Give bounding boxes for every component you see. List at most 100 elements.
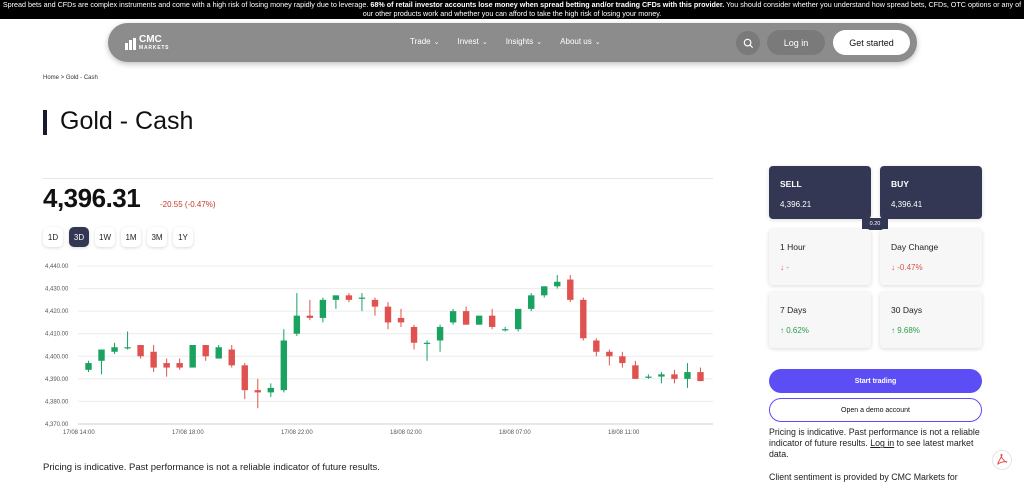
arrow-up-icon: ↑ xyxy=(891,326,895,335)
range-1d[interactable]: 1D xyxy=(43,227,63,247)
stat-label: 1 Hour xyxy=(780,242,806,252)
nav-invest[interactable]: Invest ⌄ xyxy=(457,37,487,46)
candle-body xyxy=(514,308,522,330)
buy-label: BUY xyxy=(891,179,909,189)
nav-links: Trade ⌄ Invest ⌄ Insights ⌄ About us ⌄ xyxy=(410,37,601,46)
candle-body xyxy=(697,372,704,382)
x-tick-label: 18/08 07:00 xyxy=(499,430,531,436)
candle-body xyxy=(501,329,509,331)
candle-body xyxy=(541,286,548,296)
logo-bars-icon xyxy=(125,38,137,50)
candle-body xyxy=(671,374,678,379)
nav-about-us[interactable]: About us ⌄ xyxy=(560,37,600,46)
nav-trade-label: Trade xyxy=(410,37,431,46)
stat-30-days: 30 Days ↑ 9.68% xyxy=(880,292,982,348)
pdf-icon[interactable] xyxy=(992,450,1012,475)
candle-body xyxy=(111,347,118,352)
login-link[interactable]: Log in xyxy=(870,438,894,448)
logo-subtext: MARKETS xyxy=(139,45,170,51)
candle-body xyxy=(293,315,301,334)
candle-body xyxy=(371,299,379,307)
page-title: Gold - Cash xyxy=(60,107,194,135)
candle-body xyxy=(436,326,444,341)
risk-warning-banner: Spread bets and CFDs are complex instrum… xyxy=(0,0,1024,19)
range-1y[interactable]: 1Y xyxy=(173,227,193,247)
range-3m[interactable]: 3M xyxy=(147,227,167,247)
stat-label: 7 Days xyxy=(780,305,807,315)
y-tick-label: 4,430.00 xyxy=(45,287,69,293)
candle-body xyxy=(189,345,196,368)
candle-body xyxy=(397,317,405,323)
arrow-down-icon: ↓ xyxy=(891,263,895,272)
stat-label: 30 Days xyxy=(891,305,923,315)
candle-body xyxy=(462,311,470,325)
time-range-selector: 1D 3D 1W 1M 3M 1Y xyxy=(43,227,193,247)
price-chart[interactable]: 4,440.00 4,430.00 4,420.00 4,410.00 4,400.00… xyxy=(40,260,715,440)
candle-body xyxy=(254,390,261,393)
title-accent-bar xyxy=(43,110,47,135)
pricing-disclaimer: Pricing is indicative. Past performance … xyxy=(43,462,380,473)
current-price: 4,396.31 xyxy=(43,183,141,213)
y-tick-label: 4,380.00 xyxy=(45,399,69,405)
y-tick-label: 4,440.00 xyxy=(45,264,69,270)
candle-body xyxy=(241,365,248,391)
candle-body xyxy=(332,295,340,300)
x-tick-label: 18/08 02:00 xyxy=(390,430,422,436)
sell-price: 4,396.21 xyxy=(780,200,812,209)
buy-card[interactable]: BUY 4,396.41 xyxy=(880,166,982,219)
candle-body xyxy=(593,340,600,352)
stat-value-text: -0.47% xyxy=(897,263,923,272)
breadcrumb[interactable]: Home > Gold - Cash xyxy=(43,75,98,81)
candle-body xyxy=(267,387,275,393)
candle-body xyxy=(306,315,314,318)
demo-account-button[interactable]: Open a demo account xyxy=(769,398,982,422)
candle-body xyxy=(645,376,652,378)
y-tick-label: 4,370.00 xyxy=(45,422,69,428)
sell-card[interactable]: SELL 4,396.21 xyxy=(769,166,871,219)
chevron-down-icon: ⌄ xyxy=(594,38,601,46)
candle-body xyxy=(619,356,626,364)
candle-body xyxy=(554,281,561,287)
candle-body xyxy=(632,365,639,379)
stat-value-text: - xyxy=(786,263,789,272)
buy-price: 4,396.41 xyxy=(891,200,923,209)
candle-body xyxy=(280,340,288,391)
search-button[interactable] xyxy=(736,31,760,55)
nav-trade[interactable]: Trade ⌄ xyxy=(410,37,439,46)
y-tick-label: 4,420.00 xyxy=(45,309,69,315)
y-tick-label: 4,390.00 xyxy=(45,377,69,383)
arrow-down-icon: ↓ xyxy=(780,263,784,272)
start-trading-button[interactable]: Start trading xyxy=(769,369,982,393)
login-button[interactable]: Log in xyxy=(767,30,825,55)
x-tick-label: 17/08 22:00 xyxy=(281,430,313,436)
candle-body xyxy=(684,372,691,379)
candle-body xyxy=(410,326,418,343)
nav-insights[interactable]: Insights ⌄ xyxy=(506,37,542,46)
candle-body xyxy=(137,345,144,357)
chevron-down-icon: ⌄ xyxy=(536,38,543,46)
nav-invest-label: Invest xyxy=(457,37,479,46)
range-3d[interactable]: 3D xyxy=(69,227,89,247)
candle-body xyxy=(98,349,105,361)
candle-body xyxy=(449,311,457,323)
range-1m[interactable]: 1M xyxy=(121,227,141,247)
risk-warning-text: Spread bets and CFDs are complex instrum… xyxy=(2,0,371,9)
x-tick-label: 18/08 11:00 xyxy=(608,430,640,436)
y-tick-label: 4,400.00 xyxy=(45,354,69,360)
cmc-logo[interactable]: CMC MARKETS xyxy=(125,35,169,53)
candle-body xyxy=(384,306,392,323)
stat-day-change: Day Change ↓ -0.47% xyxy=(880,229,982,285)
stat-label: Day Change xyxy=(891,242,939,252)
stat-value: ↓ - xyxy=(780,263,789,272)
candle-body xyxy=(345,295,353,300)
chevron-down-icon: ⌄ xyxy=(433,38,440,46)
stat-value-text: 9.68% xyxy=(897,326,920,335)
candle-body xyxy=(202,345,209,357)
stat-value: ↓ -0.47% xyxy=(891,263,923,272)
x-tick-label: 17/08 18:00 xyxy=(172,430,204,436)
stat-7-days: 7 Days ↑ 0.62% xyxy=(769,292,871,348)
range-1w[interactable]: 1W xyxy=(95,227,115,247)
search-icon xyxy=(743,38,753,48)
side-pricing-note: Pricing is indicative. Past performance … xyxy=(769,427,984,461)
get-started-button[interactable]: Get started xyxy=(833,30,910,55)
